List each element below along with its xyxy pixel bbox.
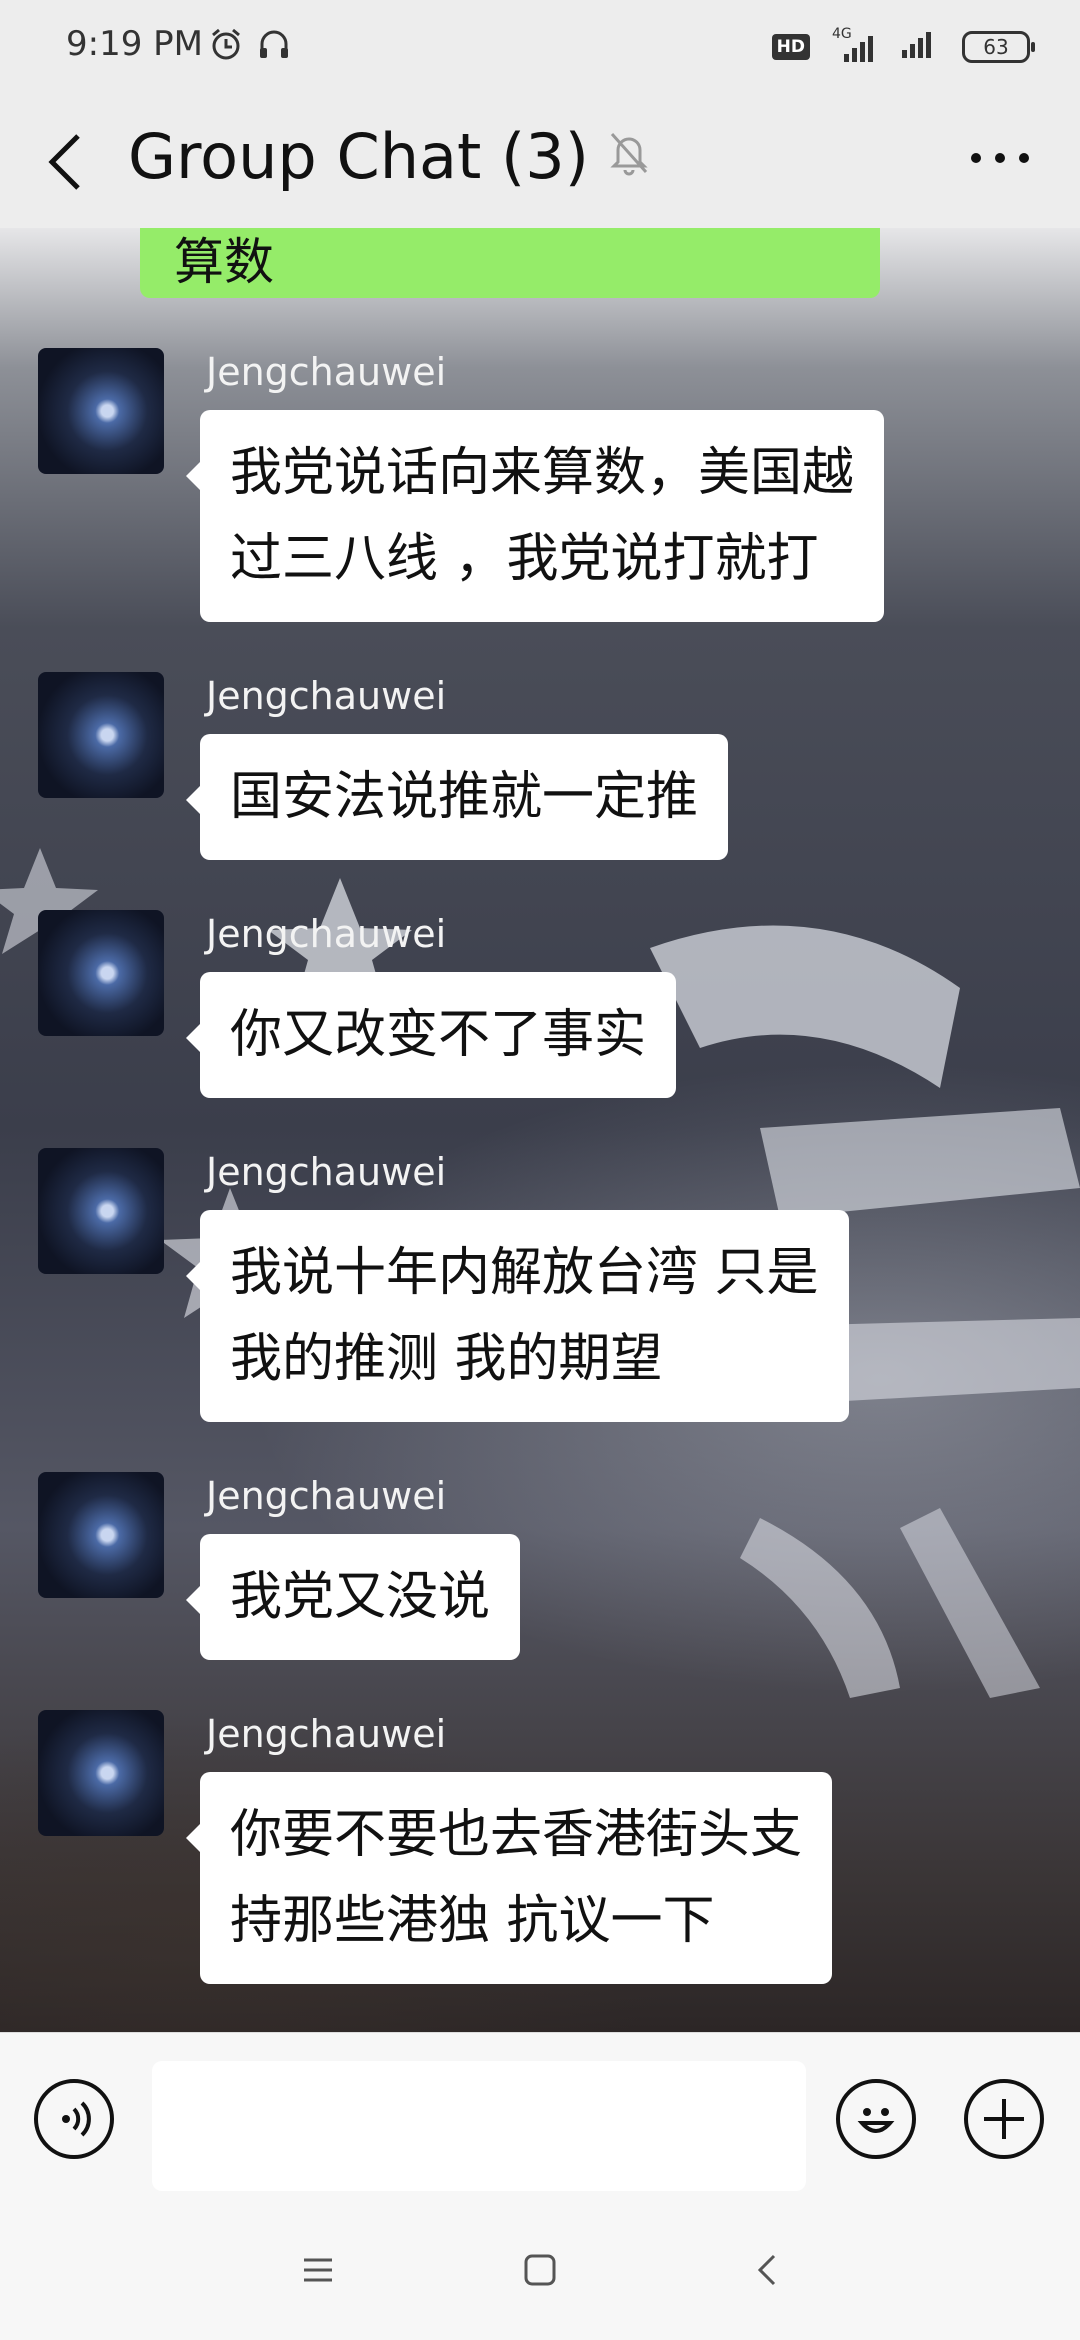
system-back-button[interactable] [750,2252,786,2292]
more-dots-icon [971,153,1029,163]
sender-name: Jengchauwei [206,350,447,394]
status-bar: 9:19 PM HD 4G 63 [0,0,1080,96]
emoji-button[interactable] [836,2079,916,2159]
sender-name: Jengchauwei [206,912,447,956]
avatar[interactable] [38,910,164,1036]
sender-name: Jengchauwei [206,1150,447,1194]
avatar[interactable] [38,1472,164,1598]
status-time: 9:19 PM [66,24,203,64]
sent-message-bubble[interactable]: 算数 [140,228,880,298]
chat-message-area[interactable]: 算数 Jengchauwei 我党说话向来算数，美国越 过三八线 ，我党说打就打… [0,228,1080,2032]
avatar[interactable] [38,672,164,798]
message-text-line: 我说十年内解放台湾 只是 [230,1243,819,1303]
sender-name: Jengchauwei [206,1712,447,1756]
plus-icon [984,2099,1024,2139]
message-input[interactable] [152,2061,806,2191]
add-button[interactable] [964,2079,1044,2159]
menu-icon [304,2258,332,2282]
message-text-line: 过三八线 ，我党说打就打 [230,529,819,589]
system-nav-bar [0,2204,1080,2340]
message-bubble[interactable]: 你又改变不了事实 [185,972,677,1098]
avatar[interactable] [38,1710,164,1836]
chat-header: Group Chat (3) [0,96,1080,228]
back-button[interactable] [42,126,90,198]
home-button[interactable] [522,2252,558,2292]
sent-message-text: 算数 [174,233,274,291]
chevron-left-icon [48,134,80,190]
message-text-line: 我党说话向来算数，美国越 [230,443,855,503]
voice-icon [62,2101,91,2137]
message-text-line: 持那些港独 抗议一下 [230,1891,715,1951]
message-text-line: 你要不要也去香港街头支 [230,1805,803,1865]
back-triangle-icon [757,2254,776,2286]
message-bubble[interactable]: 你要不要也去香港街头支 持那些港独 抗议一下 [185,1772,833,1984]
message-bubble[interactable]: 我说十年内解放台湾 只是 我的推测 我的期望 [186,1210,849,1422]
voice-button[interactable] [34,2079,114,2159]
sender-name: Jengchauwei [206,674,447,718]
more-button[interactable] [960,138,1040,178]
chat-title: Group Chat (3) [128,120,589,193]
muted-bell-icon [608,130,650,180]
emoji-icon [857,2108,895,2133]
message-text-line: 你又改变不了事实 [230,1005,647,1065]
message-text-line: 我党又没说 [230,1567,491,1627]
message-bubble[interactable]: 我党又没说 [185,1534,521,1660]
home-square-icon [524,2254,556,2286]
input-bar [0,2032,1080,2205]
recents-button[interactable] [300,2252,336,2292]
message-text-line: 我的推测 我的期望 [230,1329,663,1389]
sender-name: Jengchauwei [206,1474,447,1518]
network-label: 4G [832,26,852,42]
message-bubble[interactable]: 我党说话向来算数，美国越 过三八线 ，我党说打就打 [185,410,885,622]
signal-icon [900,30,940,64]
hd-badge: HD [771,34,810,60]
headphones-icon [256,26,292,66]
battery-indicator: 63 [962,31,1035,63]
alarm-icon [208,26,244,66]
avatar[interactable] [38,1148,164,1274]
signal-4g-icon: 4G [832,26,878,64]
avatar[interactable] [38,348,164,474]
message-text-line: 国安法说推就一定推 [230,767,699,827]
message-bubble[interactable]: 国安法说推就一定推 [185,734,729,860]
